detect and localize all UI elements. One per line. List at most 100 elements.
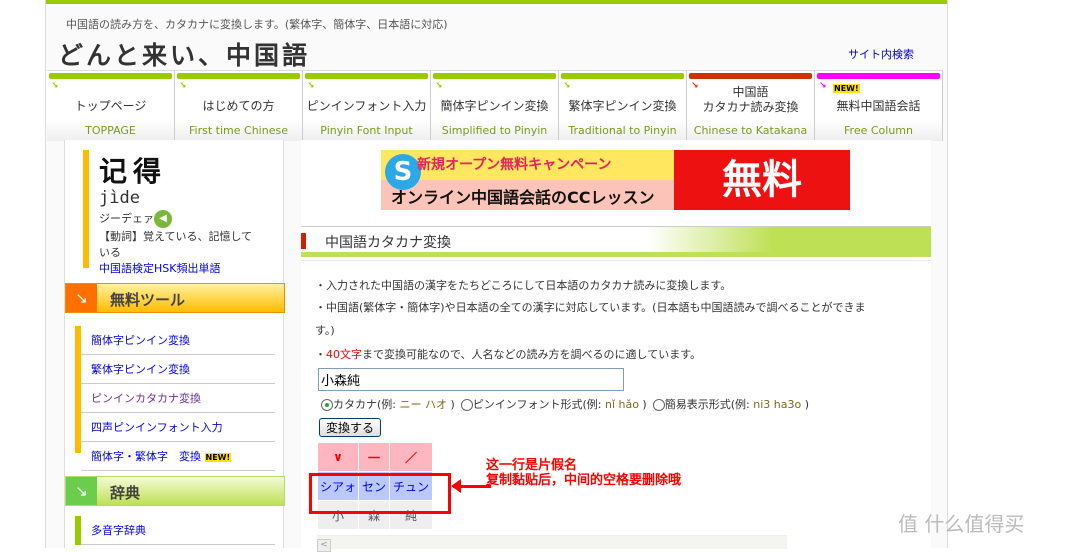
tab-label: 無料中国語会話 [836,99,921,113]
arrow-icon: ↘ [51,81,59,91]
site-search-link[interactable]: サイト内検索 [848,46,914,62]
radio-example: ニー ハオ [399,398,448,411]
sidebar-item-tool[interactable]: 簡体字ピンイン変換 [81,326,275,355]
bullet: ・ [315,348,326,361]
word-hanzi: 记得 [99,155,168,188]
main-nav: ↘ トップページ TOPPAGE ↘ はじめての方 First time Chinese ↘… [47,70,943,141]
chinese-input[interactable] [318,368,624,391]
hsk-link[interactable]: 中国語検定HSK頻出単語 [99,262,220,275]
sidebar-item-tool[interactable]: ピンインカタカナ変換 [81,384,275,413]
format-radio-0[interactable]: カタカナ(例: ニー ハオ ) [321,396,455,412]
nav-tab-1[interactable]: ↘ はじめての方 First time Chinese [175,71,303,141]
item-label: 簡体字・繁体字 変換 [91,450,201,463]
radio-close: ) [801,398,809,411]
ad-banner[interactable]: S 新規オープン無料キャンペーン オンライン中国語会話のCCレッスン 無料 [381,150,850,210]
desc-3-text: まで変換可能なので、人名などの読み方を調べるのに適しています。 [362,348,702,361]
speaker-icon[interactable]: ◀ [154,210,172,228]
tools-header: ↘ 無料ツール [65,283,285,313]
desc-3: ・40文字まで変換可能なので、人名などの読み方を調べるのに適しています。 [315,346,701,362]
radio-label: 簡易表示形式(例: [664,398,754,411]
tagline: 中国語の読み方を、カタカナに変換します。(繁体字、簡体字、日本語に対応) [66,18,448,31]
nav-tab-3[interactable]: ↘ 簡体字ピンイン変換 Simplified to Pinyin [431,71,559,141]
tab-bar [177,73,300,79]
tab-bar [49,73,172,79]
page: 中国語の読み方を、カタカナに変換します。(繁体字、簡体字、日本語に対応) どんと… [45,0,948,552]
sidebar: 记得 jìde ジーデェァ ◀ 【動詞】覚えている、記憶している 中国語検定HSK… [64,140,285,548]
format-radio-1[interactable]: ピンインフォント形式(例: nǐ hǎo ) [460,396,647,412]
result-cell: 一 [359,443,389,471]
item-label: 繁体字ピンイン変換 [91,363,190,376]
banner-line1: 新規オープン無料キャンペーン [417,157,612,173]
tab-label: ピンインフォント入力 [306,99,427,113]
word-meaning: 【動詞】覚えている、記憶している [99,230,253,259]
radio-example: ni3 ha3o [753,398,802,411]
radio-close: ) [638,398,647,411]
sidebar-item-tool[interactable]: 四声ピンインフォント入力 [81,413,275,442]
word-katakana: ジーデェァ [99,212,154,225]
arrow-icon: ↘ [66,477,97,505]
arrow-icon: ↘ [179,81,187,91]
banner-free: 無料 [674,150,850,210]
main-content: S 新規オープン無料キャンペーン オンライン中国語会話のCCレッスン 無料 中国語カ… [301,140,931,552]
desc-2b: す。) [315,324,335,337]
tab-sublabel: Chinese to Katakana [693,124,808,137]
dict-title: 辞典 [110,484,141,502]
radio-close: ) [447,398,455,411]
word-of-day: 记得 jìde ジーデェァ ◀ 【動詞】覚えている、記憶している 中国語検定HSK… [83,150,263,275]
tab-sublabel: Free Column [844,124,913,137]
nav-tab-2[interactable]: ↘ ピンインフォント入力 Pinyin Font Input [303,71,431,141]
sidebar-item-dict[interactable]: 多音字辞典 [81,516,275,545]
top-bar [46,0,947,6]
sidebar-item-tool[interactable]: 簡体字・繁体字 変換 NEW! [81,442,275,471]
tab-bar [305,73,428,79]
annotation-line: 复制黏贴后，中间的空格要删除哦 [486,473,682,488]
highlight-box [309,473,451,514]
nav-tab-0[interactable]: ↘ トップページ TOPPAGE [47,71,175,141]
tools-title: 無料ツール [110,291,186,309]
tab-bar [433,73,556,79]
nav-tab-6[interactable]: ↘ NEW! 無料中国語会話 Free Column [815,71,943,141]
char-limit: 40文字 [326,348,362,361]
format-radio-2[interactable]: 簡易表示形式(例: ni3 ha3o ) [652,396,809,412]
radio-label: カタカナ(例: [333,398,400,411]
item-label: ピンインカタカナ変換 [91,392,201,405]
radio-button[interactable] [321,399,333,411]
site-logo[interactable]: どんと来い、中国語 [58,36,310,72]
word-pinyin: jìde [99,188,140,208]
tab-bar [817,73,940,79]
tab-sublabel: Pinyin Font Input [320,124,413,137]
nav-tab-4[interactable]: ↘ 繁体字ピンイン変換 Traditional to Pinyin [559,71,687,141]
item-label: 四声ピンインフォント入力 [91,421,223,434]
converter: ・入力された中国語の漢字をたちどころにして日本語のカタカナ読みに変換します。 ・… [301,260,931,552]
tab-sublabel: First time Chinese [189,124,288,137]
page-title-text: 中国語カタカナ変換 [325,235,451,251]
annotation-line: 这一行是片假名 [486,458,578,473]
radio-button[interactable] [652,399,665,411]
tab-label: はじめての方 [202,99,275,113]
arrow-icon: ↘ [66,284,97,312]
desc-2: ・中国語(繁体字・簡体字)や日本語の全ての漢字に対応しています。(日本語も中国語… [315,301,866,314]
format-options: カタカナ(例: ニー ハオ ) ピンインフォント形式(例: nǐ hǎo ) 簡易表… [321,396,809,412]
new-badge: NEW! [204,453,232,462]
horizontal-scrollbar[interactable]: < [317,535,787,552]
page-title: 中国語カタカナ変換 [301,226,931,257]
tab-label: 繁体字ピンイン変換 [568,99,677,113]
sidebar-item-tool[interactable]: 繁体字ピンイン変換 [81,355,275,384]
desc-1: ・入力された中国語の漢字をたちどころにして日本語のカタカナ読みに変換します。 [315,279,732,292]
tab-label: トップページ [74,99,147,113]
scroll-left-icon[interactable]: < [317,539,331,552]
tab-sublabel: TOPPAGE [85,124,136,137]
new-badge: NEW! [833,84,860,93]
tab-label: 簡体字ピンイン変換 [440,99,549,113]
arrow-icon: ↘ [563,81,571,91]
item-label: 簡体字ピンイン変換 [91,334,190,347]
radio-example: nǐ hǎo [604,398,639,411]
convert-button[interactable]: 変換する [319,418,381,437]
nav-tab-5[interactable]: ↘ 中国語 カタカナ読み変換 Chinese to Katakana [687,71,815,141]
banner-line2: オンライン中国語会話のCCレッスン [391,188,655,207]
tab-sublabel: Traditional to Pinyin [568,124,677,137]
radio-label: ピンインフォント形式(例: [472,398,605,411]
radio-button[interactable] [460,399,473,411]
annotation-text: 这一行是片假名 复制黏贴后，中间的空格要删除哦 [486,458,726,488]
watermark-logo: 值 什么值得买 [898,512,1025,536]
